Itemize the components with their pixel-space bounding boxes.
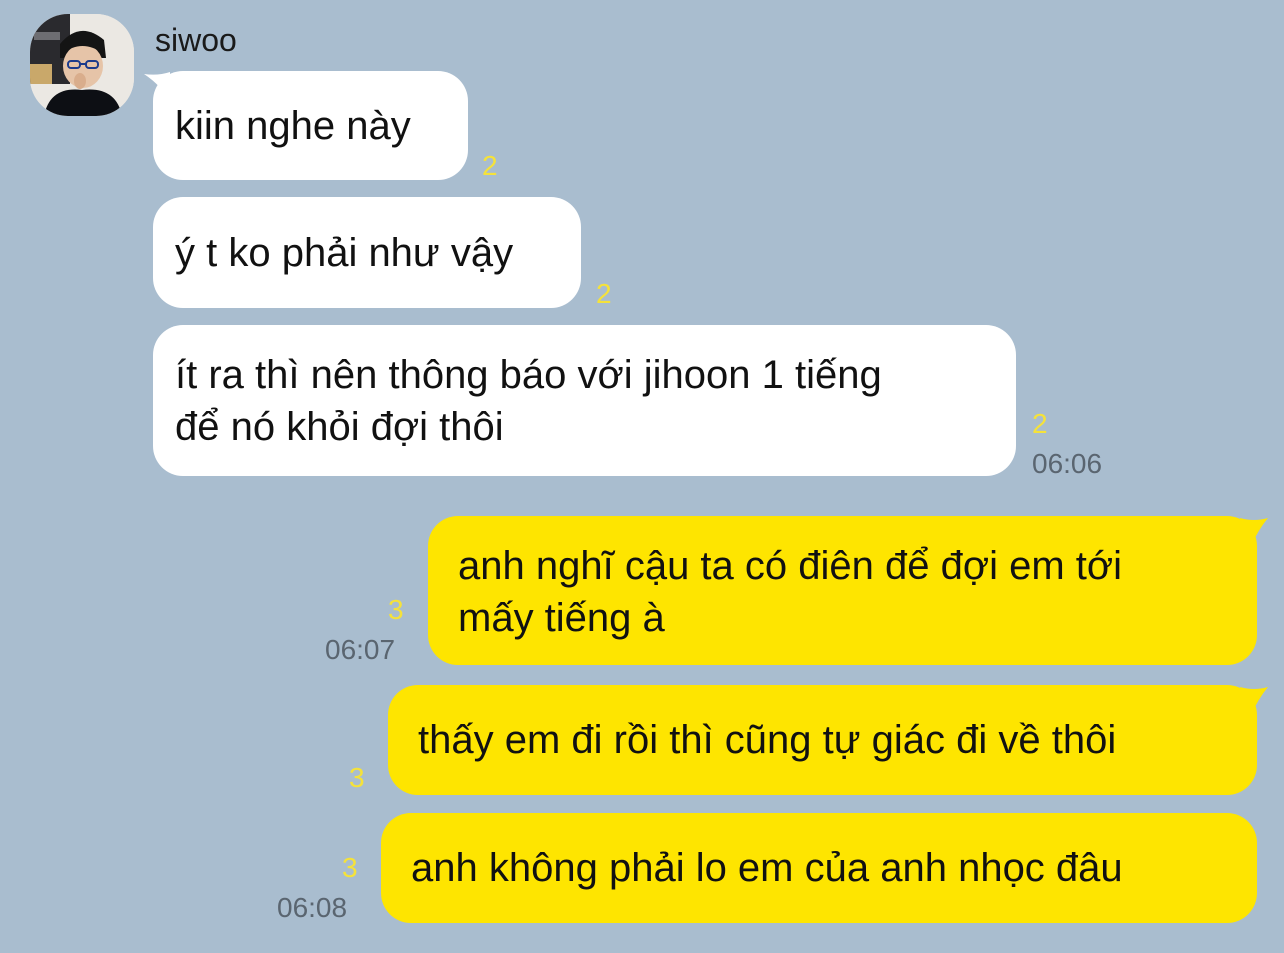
message-timestamp: 06:06 bbox=[1032, 448, 1103, 479]
unread-count: 2 bbox=[1032, 408, 1048, 439]
unread-count: 2 bbox=[596, 278, 612, 309]
message-text: ý t ko phải như vậy bbox=[175, 231, 514, 275]
message-text-line: ít ra thì nên thông báo với jihoon 1 tiế… bbox=[175, 353, 882, 397]
incoming-message-bubble[interactable]: ít ra thì nên thông báo với jihoon 1 tiế… bbox=[153, 325, 1016, 476]
outgoing-message-bubble[interactable]: anh nghĩ cậu ta có điên để đợi em tới mấ… bbox=[428, 516, 1257, 665]
unread-count: 3 bbox=[388, 594, 404, 625]
outgoing-message-bubble[interactable]: thấy em đi rồi thì cũng tự giác đi về th… bbox=[388, 685, 1257, 795]
incoming-message-bubble[interactable]: kiin nghe này bbox=[153, 71, 468, 180]
message-text-line: mấy tiếng à bbox=[458, 596, 665, 640]
message-text-line: để nó khỏi đợi thôi bbox=[175, 405, 504, 449]
unread-count: 3 bbox=[342, 852, 358, 883]
incoming-message-bubble[interactable]: ý t ko phải như vậy bbox=[153, 197, 581, 308]
message-timestamp: 06:07 bbox=[325, 634, 396, 665]
message-timestamp: 06:08 bbox=[277, 892, 348, 923]
message-text-line: anh nghĩ cậu ta có điên để đợi em tới bbox=[458, 544, 1122, 588]
unread-count: 3 bbox=[349, 762, 365, 793]
outgoing-message-bubble[interactable]: anh không phải lo em của anh nhọc đâu bbox=[381, 813, 1257, 923]
message-text: kiin nghe này bbox=[175, 104, 411, 148]
outgoing-bubble-tail bbox=[1240, 687, 1268, 717]
outgoing-bubble-tail bbox=[1240, 518, 1268, 548]
contact-name: siwoo bbox=[155, 22, 237, 58]
unread-count: 2 bbox=[482, 150, 498, 181]
profile-photo-icon bbox=[30, 14, 134, 116]
message-text: thấy em đi rồi thì cũng tự giác đi về th… bbox=[418, 718, 1117, 762]
message-text: anh không phải lo em của anh nhọc đâu bbox=[411, 846, 1123, 890]
contact-avatar[interactable] bbox=[30, 14, 134, 116]
